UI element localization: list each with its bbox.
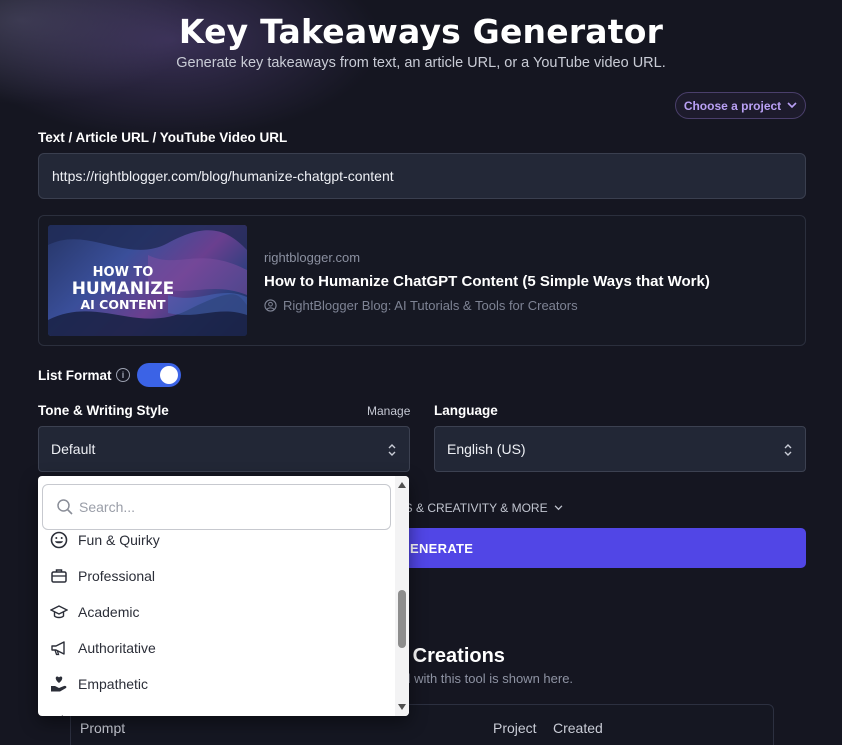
tone-dropdown-menu: Fun & Quirky Professional Academic Autho… [38, 476, 409, 716]
list-format-toggle[interactable] [137, 363, 181, 387]
input-label: Text / Article URL / YouTube Video URL [38, 130, 288, 145]
tone-label: Tone & Writing Style [38, 403, 169, 418]
creations-title: s Creations [396, 645, 505, 667]
page-title: Key Takeaways Generator [178, 12, 664, 51]
more-options-label: NS & CREATIVITY & MORE [396, 501, 548, 515]
chevron-down-icon [554, 505, 562, 511]
column-header-prompt[interactable]: Prompt [80, 720, 125, 736]
user-circle-icon [264, 299, 277, 312]
list-format-label: List Format [38, 368, 112, 383]
language-label: Language [434, 403, 498, 418]
page-subtitle: Generate key takeaways from text, an art… [176, 55, 666, 71]
tone-search-input[interactable] [79, 499, 369, 515]
tone-option-label: Academic [78, 604, 140, 620]
more-options-toggle[interactable]: NS & CREATIVITY & MORE [396, 501, 563, 515]
heart-hand-icon [51, 676, 67, 692]
generate-button[interactable]: ENERATE [390, 528, 806, 568]
tone-option-label: Professional [78, 568, 156, 584]
thumbnail-line-2: HUMANIZE [71, 279, 175, 299]
tone-option-partial[interactable] [38, 702, 394, 716]
preview-source-text: RightBlogger Blog: AI Tutorials & Tools … [283, 298, 578, 313]
tone-option-authoritative[interactable]: Authoritative [38, 630, 394, 666]
tone-selected-value: Default [51, 441, 96, 457]
updown-chevron-icon [784, 444, 792, 456]
tone-option-label: Fun & Quirky [78, 532, 160, 548]
tone-option-fun-quirky[interactable]: Fun & Quirky [38, 522, 394, 558]
toggle-knob [160, 366, 178, 384]
generate-label: ENERATE [410, 540, 474, 556]
thumbnail-line-3: AI CONTENT [80, 297, 166, 312]
briefcase-icon [51, 569, 67, 583]
preview-source: RightBlogger Blog: AI Tutorials & Tools … [264, 298, 578, 313]
language-select[interactable]: English (US) [434, 426, 806, 472]
tone-option-professional[interactable]: Professional [38, 558, 394, 594]
tone-option-label: Authoritative [78, 640, 156, 656]
url-input[interactable]: https://rightblogger.com/blog/humanize-c… [38, 153, 806, 199]
creations-subtitle: ed with this tool is shown here. [396, 671, 574, 686]
info-icon[interactable]: i [116, 368, 130, 382]
tone-option-empathetic[interactable]: Empathetic [38, 666, 394, 702]
pen-icon [61, 715, 63, 716]
column-header-project[interactable]: Project [493, 720, 537, 736]
dropdown-scrollbar[interactable] [395, 476, 409, 716]
article-thumbnail: HOW TO HUMANIZE AI CONTENT [48, 225, 247, 336]
scroll-up-icon[interactable] [398, 482, 406, 488]
manage-link[interactable]: Manage [367, 404, 410, 418]
megaphone-icon [51, 641, 65, 656]
scrollbar-thumb[interactable] [398, 590, 406, 648]
search-icon [57, 499, 73, 515]
smiley-icon [50, 531, 68, 549]
choose-project-button[interactable]: Choose a project [675, 92, 806, 119]
preview-title: How to Humanize ChatGPT Content (5 Simpl… [264, 273, 710, 290]
choose-project-label: Choose a project [683, 98, 782, 113]
link-preview-card[interactable]: HOW TO HUMANIZE AI CONTENT rightblogger.… [38, 215, 806, 346]
graduation-cap-icon [50, 605, 68, 619]
tone-select[interactable]: Default [38, 426, 410, 472]
tone-option-label: Empathetic [78, 676, 149, 692]
updown-chevron-icon [388, 444, 396, 456]
tone-option-academic[interactable]: Academic [38, 594, 394, 630]
preview-domain: rightblogger.com [264, 250, 361, 265]
chevron-down-icon [787, 102, 797, 109]
column-header-created[interactable]: Created [553, 720, 603, 736]
scroll-down-icon[interactable] [398, 704, 406, 710]
language-selected-value: English (US) [447, 441, 526, 457]
